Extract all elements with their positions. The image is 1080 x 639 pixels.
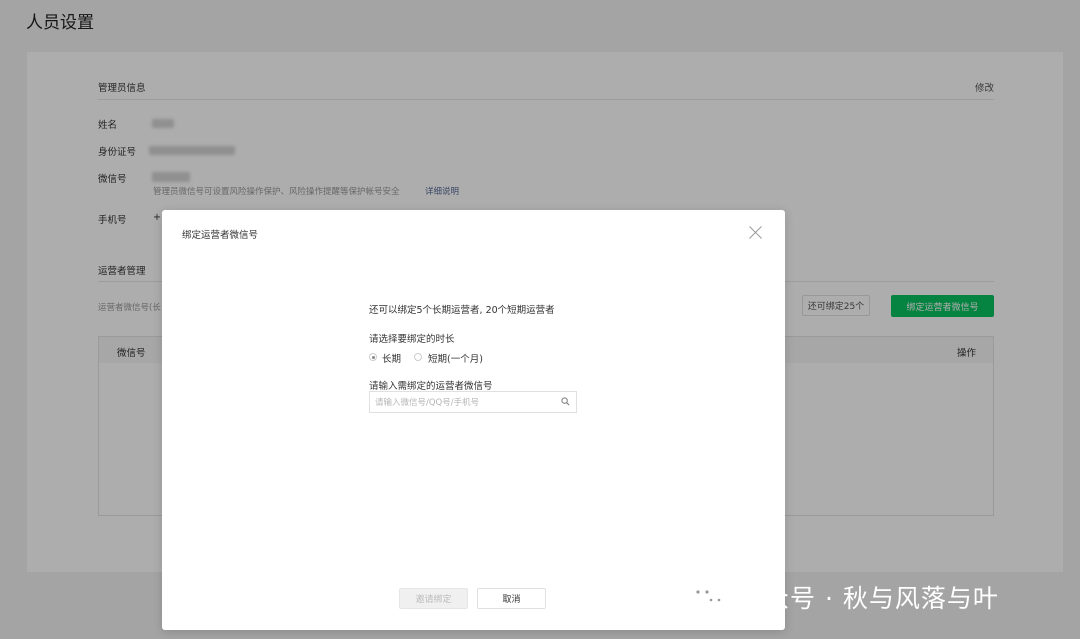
option-short-term-label[interactable]: 短期(一个月)	[428, 351, 483, 365]
dialog-title: 绑定运营者微信号	[182, 230, 259, 241]
close-icon[interactable]	[747, 224, 763, 240]
bind-operator-dialog: 绑定运营者微信号 还可以绑定5个长期运营者, 20个短期运营者 请选择要绑定的时…	[162, 210, 785, 630]
input-label: 请输入需绑定的运营者微信号	[369, 381, 493, 392]
watermark: 公众号 · 秋与风落与叶	[688, 577, 999, 617]
wechat-logo-icon	[690, 583, 726, 610]
operator-search-field[interactable]	[369, 391, 577, 413]
search-icon[interactable]	[561, 397, 570, 406]
option-long-term-label[interactable]: 长期	[382, 351, 401, 365]
quota-text: 还可以绑定5个长期运营者, 20个短期运营者	[369, 305, 555, 316]
watermark-text: 公众号 · 秋与风落与叶	[738, 584, 999, 613]
radio-long-term[interactable]	[369, 353, 377, 361]
operator-search-input[interactable]	[375, 395, 555, 410]
cancel-button[interactable]: 取消	[477, 588, 546, 609]
radio-short-term[interactable]	[414, 353, 422, 361]
duration-label: 请选择要绑定的时长	[369, 334, 455, 345]
invite-bind-button[interactable]: 邀请绑定	[399, 588, 468, 609]
